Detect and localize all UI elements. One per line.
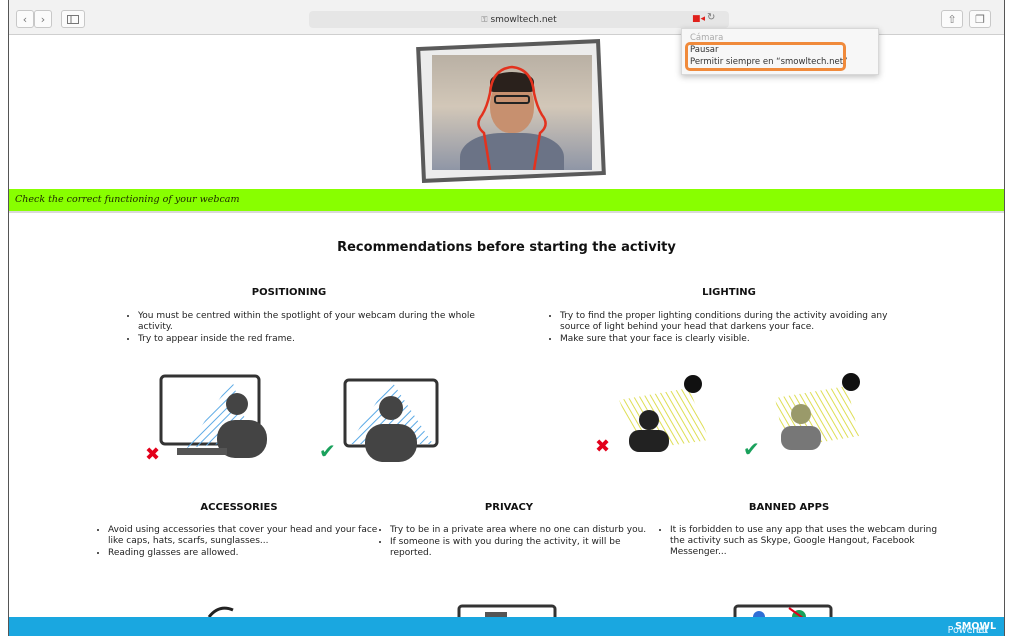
brand-suffix: .net (969, 625, 988, 636)
positioning-wrong-example (159, 374, 267, 458)
page-title: Recommendations before starting the acti… (337, 240, 676, 255)
camera-permission-menu: Cámara Pausar Permitir siempre en “smowl… (681, 28, 879, 75)
chevron-left-icon: ‹ (22, 12, 28, 26)
lighting-right-example (775, 373, 860, 450)
list-item: You must be centred within the spotlight… (138, 311, 483, 333)
banned-apps-list: It is forbidden to use any app that uses… (654, 525, 940, 559)
tabs-icon: ❐ (975, 12, 985, 26)
positioning-list: You must be centred within the spotlight… (122, 311, 483, 346)
positioning-right-example (343, 378, 439, 462)
list-item: Try to find the proper lighting conditio… (560, 311, 905, 333)
tabs-button[interactable]: ❐ (969, 10, 991, 28)
browser-window: ‹ › ⚿ smowltech.net ■◂ ↻ ⇧ ❐ Cámara Paus… (8, 0, 1005, 636)
highlight-box (685, 42, 846, 71)
list-item: Avoid using accessories that cover your … (108, 525, 378, 547)
share-button[interactable]: ⇧ (941, 10, 963, 28)
banner-text: Check the correct functioning of your we… (15, 194, 240, 205)
accessories-list: Avoid using accessories that cover your … (92, 525, 378, 560)
url-text: smowltech.net (490, 14, 557, 25)
bottom-illustrations (207, 604, 833, 617)
check-mark-icon: ✔ (743, 437, 760, 461)
positioning-title: POSITIONING (251, 287, 327, 298)
accessories-title: ACCESSORIES (200, 502, 278, 513)
check-mark-icon: ✔ (319, 439, 336, 463)
share-icon: ⇧ (947, 12, 957, 26)
privacy-title: PRIVACY (484, 502, 534, 513)
sidebar-button[interactable] (61, 10, 85, 28)
list-item: Try to appear inside the red frame. (138, 334, 483, 345)
back-button[interactable]: ‹ (16, 10, 34, 28)
chevron-right-icon: › (40, 12, 46, 26)
lighting-wrong-example (619, 375, 709, 452)
lamp-icon (684, 375, 702, 393)
powered-by-text: Powered by SMOWL.net (948, 621, 996, 636)
address-bar[interactable]: ⚿ smowltech.net (309, 11, 729, 28)
divider (9, 211, 1004, 213)
lamp-icon (842, 373, 860, 391)
sidebar-icon (67, 14, 79, 24)
reload-icon[interactable]: ↻ (707, 12, 715, 23)
footer: Powered by SMOWL.net (9, 617, 1004, 636)
list-item: Reading glasses are allowed. (108, 548, 378, 559)
lock-icon: ⚿ (481, 14, 488, 24)
wrong-mark-icon: ✖ (145, 444, 160, 465)
lighting-title: LIGHTING (702, 287, 756, 298)
lighting-list: Try to find the proper lighting conditio… (544, 311, 905, 346)
webcam-preview (432, 55, 592, 170)
list-item: Try to be in a private area where no one… (390, 525, 650, 536)
list-item: If someone is with you during the activi… (390, 537, 650, 559)
forward-button[interactable]: › (34, 10, 52, 28)
positioning-illustration: ✖ ✔ (145, 374, 439, 465)
wrong-mark-icon: ✖ (595, 436, 610, 457)
list-item: Make sure that your face is clearly visi… (560, 334, 905, 345)
privacy-list: Try to be in a private area where no one… (374, 525, 650, 560)
status-banner: Check the correct functioning of your we… (9, 189, 1004, 211)
banned-apps-title: BANNED APPS (748, 502, 830, 513)
list-item: It is forbidden to use any app that uses… (670, 525, 940, 558)
red-guide-outline (477, 65, 547, 170)
camera-indicator-icon[interactable]: ■◂ (692, 14, 705, 24)
lighting-illustration: ✖ ✔ (595, 373, 860, 461)
